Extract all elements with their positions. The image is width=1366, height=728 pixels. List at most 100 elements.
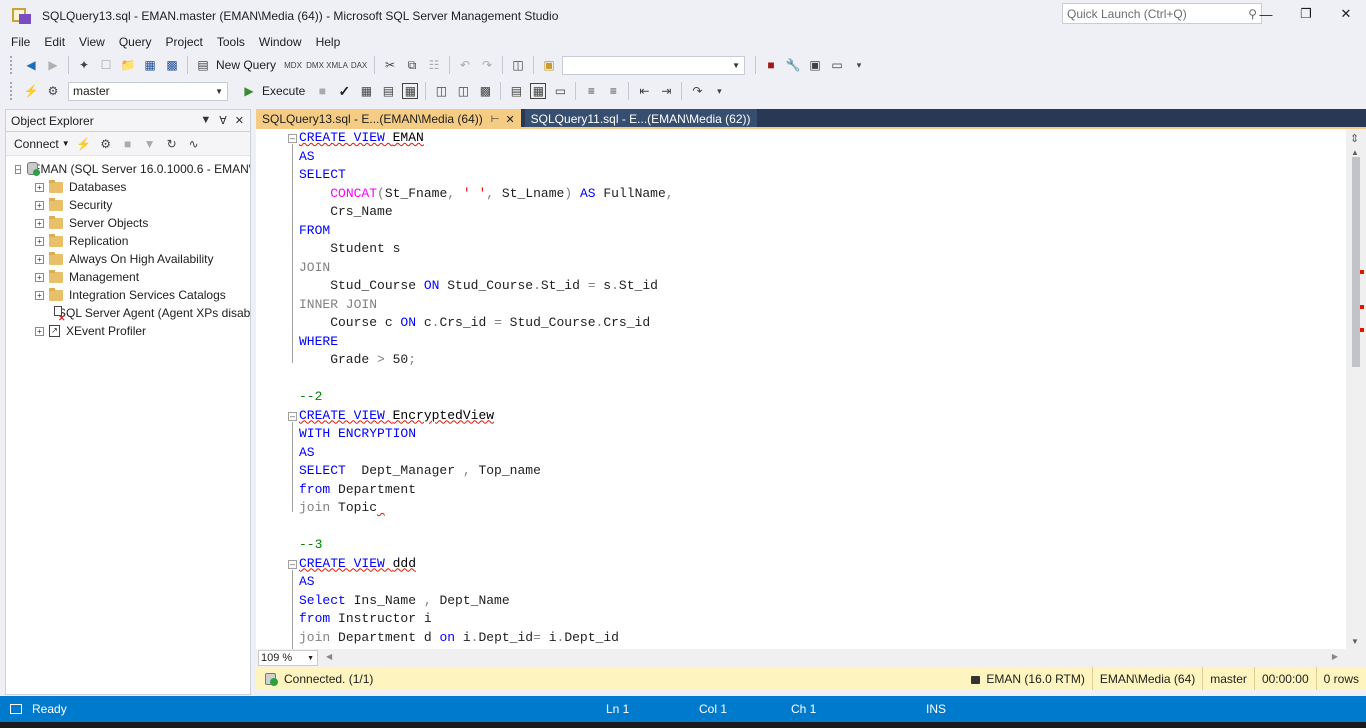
collapse-region-icon[interactable]: – bbox=[288, 560, 297, 569]
expand-icon[interactable]: + bbox=[35, 272, 44, 282]
tree-node-security[interactable]: + Security bbox=[6, 196, 250, 214]
tree-node-always-on[interactable]: + Always On High Availability bbox=[6, 250, 250, 268]
expand-icon[interactable]: + bbox=[35, 218, 44, 228]
results-to-file-icon[interactable]: ▭ bbox=[552, 83, 568, 99]
toolbar-overflow-icon[interactable]: ▾ bbox=[851, 57, 867, 73]
pin-icon[interactable]: ⊢ bbox=[491, 114, 500, 125]
undo-icon[interactable]: ↶ bbox=[457, 57, 473, 73]
close-icon[interactable]: ✕ bbox=[505, 113, 514, 126]
live-stats-icon[interactable]: ◫ bbox=[455, 83, 471, 99]
expand-icon[interactable]: + bbox=[35, 254, 44, 264]
menu-file[interactable]: File bbox=[4, 35, 37, 49]
expand-icon[interactable]: + bbox=[35, 182, 44, 192]
close-button[interactable]: ✕ bbox=[1326, 0, 1366, 28]
dmx-query-icon[interactable]: DMX bbox=[306, 57, 324, 73]
database-select[interactable]: master ▼ bbox=[68, 81, 228, 101]
expand-icon[interactable]: + bbox=[35, 200, 44, 210]
connect-plug-icon[interactable]: ⚡ bbox=[76, 136, 92, 152]
cut-icon[interactable]: ✂ bbox=[382, 57, 398, 73]
tree-node-sql-agent[interactable]: ✕ SQL Server Agent (Agent XPs disabled) bbox=[6, 304, 250, 322]
execute-button[interactable]: Execute bbox=[262, 84, 305, 98]
error-marker[interactable] bbox=[1360, 328, 1364, 332]
parse-checkmark-icon[interactable]: ✓ bbox=[336, 83, 352, 99]
toolbar-overflow-icon[interactable]: ▾ bbox=[711, 83, 727, 99]
toolbox-icon[interactable]: ▣ bbox=[807, 57, 823, 73]
results-to-icon[interactable]: ▦ bbox=[402, 83, 419, 99]
tree-node-server-objects[interactable]: + Server Objects bbox=[6, 214, 250, 232]
menu-tools[interactable]: Tools bbox=[210, 35, 252, 49]
activity-monitor-icon[interactable]: ◫ bbox=[510, 57, 526, 73]
forward-icon[interactable]: ▶ bbox=[45, 57, 61, 73]
new-query-icon[interactable]: ▤ bbox=[195, 57, 211, 73]
expand-icon[interactable]: + bbox=[35, 236, 44, 246]
error-marker[interactable] bbox=[1360, 270, 1364, 274]
paste-icon[interactable]: ☷ bbox=[426, 57, 442, 73]
new-project-icon[interactable]: ✦ bbox=[76, 57, 92, 73]
command-window-icon[interactable]: ▭ bbox=[829, 57, 845, 73]
tree-server-node[interactable]: – EMAN (SQL Server 16.0.1000.6 - EMAN\Me… bbox=[6, 160, 250, 178]
display-plan-icon[interactable]: ▦ bbox=[358, 83, 374, 99]
save-icon[interactable]: ▦ bbox=[142, 57, 158, 73]
expand-icon[interactable]: + bbox=[35, 326, 44, 336]
solution-explorer-icon[interactable]: ■ bbox=[763, 57, 779, 73]
decrease-indent-icon[interactable]: ⇤ bbox=[636, 83, 652, 99]
uncomment-icon[interactable]: ≡ bbox=[605, 83, 621, 99]
mdx-query-icon[interactable]: MDX bbox=[284, 57, 302, 73]
panel-menu-chevron-icon[interactable]: ▼ bbox=[200, 114, 211, 127]
code-area[interactable]: CREATE VIEW EMAN AS SELECT CONCAT(St_Fna… bbox=[299, 129, 674, 647]
menu-project[interactable]: Project bbox=[159, 35, 210, 49]
minimize-button[interactable]: — bbox=[1246, 0, 1286, 28]
tree-node-replication[interactable]: + Replication bbox=[6, 232, 250, 250]
chevron-down-icon[interactable]: ▼ bbox=[62, 139, 70, 148]
dax-query-icon[interactable]: DAX bbox=[351, 57, 367, 73]
tree-node-databases[interactable]: + Databases bbox=[6, 178, 250, 196]
add-item-icon[interactable]: ☐ bbox=[98, 57, 114, 73]
comment-out-icon[interactable]: ≡ bbox=[583, 83, 599, 99]
menu-help[interactable]: Help bbox=[309, 35, 348, 49]
results-to-grid-icon[interactable]: ▦ bbox=[530, 83, 547, 99]
menu-edit[interactable]: Edit bbox=[37, 35, 72, 49]
tree-node-management[interactable]: + Management bbox=[6, 268, 250, 286]
open-file-icon[interactable]: 📁 bbox=[120, 57, 136, 73]
connect-icon[interactable]: ⚡ bbox=[23, 83, 39, 99]
tree-node-integration-services[interactable]: + Integration Services Catalogs bbox=[6, 286, 250, 304]
change-connection-icon[interactable]: ⚙ bbox=[45, 83, 61, 99]
activity-icon[interactable]: ∿ bbox=[186, 136, 202, 152]
back-icon[interactable]: ◀ bbox=[23, 57, 39, 73]
redo-icon[interactable]: ↷ bbox=[479, 57, 495, 73]
find-in-files-icon[interactable]: ▣ bbox=[541, 57, 557, 73]
search-combo[interactable]: ▼ bbox=[562, 55, 746, 75]
quick-launch-input[interactable]: Quick Launch (Ctrl+Q) ⚲ bbox=[1062, 3, 1262, 24]
vertical-scrollbar[interactable]: ⇕ ▲ ▼ bbox=[1346, 129, 1366, 649]
properties-wrench-icon[interactable]: 🔧 bbox=[785, 57, 801, 73]
stop-icon[interactable]: ■ bbox=[120, 136, 136, 152]
save-all-icon[interactable]: ▩ bbox=[164, 57, 180, 73]
scroll-up-icon[interactable]: ▲ bbox=[1351, 148, 1359, 157]
filter-icon[interactable]: ▼ bbox=[142, 136, 158, 152]
specify-template-values-icon[interactable]: ↷ bbox=[689, 83, 705, 99]
zoom-select[interactable]: 109 % ▼ bbox=[258, 650, 318, 666]
disconnect-icon[interactable]: ⚙ bbox=[98, 136, 114, 152]
include-plan-icon[interactable]: ◫ bbox=[433, 83, 449, 99]
client-stats-icon[interactable]: ▩ bbox=[477, 83, 493, 99]
toolbar-grip[interactable] bbox=[10, 82, 14, 100]
tab-sqlquery11[interactable]: SQLQuery11.sql - E...(EMAN\Media (62)) bbox=[524, 109, 757, 129]
horizontal-scrollbar[interactable]: 109 % ▼ ◀ ▶ bbox=[256, 649, 1366, 667]
restore-button[interactable]: ❐ bbox=[1286, 0, 1326, 28]
close-icon[interactable]: ✕ bbox=[235, 114, 244, 127]
results-to-text-icon[interactable]: ▤ bbox=[508, 83, 524, 99]
sql-editor[interactable]: – – – CREATE VIEW EMAN AS SELECT CONCAT(… bbox=[256, 129, 1366, 649]
copy-icon[interactable]: ⧉ bbox=[404, 57, 420, 73]
split-icon[interactable]: ⇕ bbox=[1350, 132, 1359, 145]
scroll-right-icon[interactable]: ▶ bbox=[1332, 652, 1338, 661]
toolbar-grip[interactable] bbox=[10, 56, 14, 74]
menu-view[interactable]: View bbox=[72, 35, 112, 49]
error-marker[interactable] bbox=[1360, 305, 1364, 309]
pin-icon[interactable]: ∀ bbox=[219, 114, 227, 127]
refresh-icon[interactable]: ↻ bbox=[164, 136, 180, 152]
query-designer-icon[interactable]: ▤ bbox=[380, 83, 396, 99]
cancel-query-icon[interactable]: ■ bbox=[314, 83, 330, 99]
execute-play-icon[interactable]: ▶ bbox=[241, 83, 257, 99]
collapse-region-icon[interactable]: – bbox=[288, 412, 297, 421]
collapse-region-icon[interactable]: – bbox=[288, 134, 297, 143]
